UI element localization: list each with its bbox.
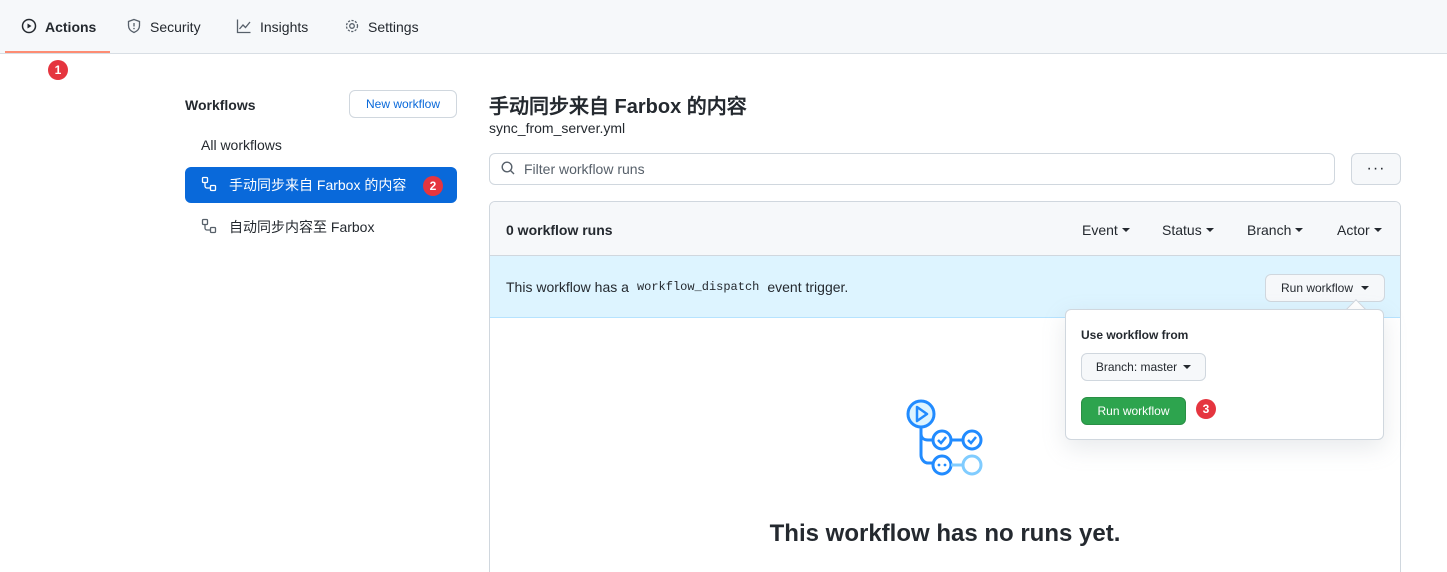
dropdown-label: Branch bbox=[1247, 222, 1292, 238]
dispatch-suffix: event trigger. bbox=[767, 279, 849, 295]
new-workflow-button[interactable]: New workflow bbox=[349, 90, 457, 118]
tab-security[interactable]: Security bbox=[126, 0, 201, 54]
run-workflow-submit-button[interactable]: Run workflow bbox=[1081, 397, 1186, 425]
step-badge-2: 2 bbox=[423, 176, 443, 196]
runs-count: 0 workflow runs bbox=[506, 222, 613, 238]
search-icon bbox=[500, 160, 524, 179]
filter-runs-input[interactable]: Filter workflow runs bbox=[489, 153, 1335, 185]
sidebar-item-all-workflows[interactable]: All workflows bbox=[185, 127, 457, 163]
caret-down-icon bbox=[1183, 365, 1192, 369]
workflow-icon bbox=[201, 176, 229, 195]
caret-down-icon bbox=[1295, 228, 1304, 232]
popover-title: Use workflow from bbox=[1081, 328, 1189, 342]
dropdown-label: Event bbox=[1082, 222, 1118, 238]
sidebar-title: Workflows bbox=[185, 97, 256, 113]
dropdown-label: Status bbox=[1162, 222, 1202, 238]
sidebar-item-label: 手动同步来自 Farbox 的内容 bbox=[229, 177, 407, 193]
branch-label: Branch: master bbox=[1095, 360, 1178, 374]
more-options-button[interactable]: ··· bbox=[1351, 153, 1401, 185]
sidebar-item-label: All workflows bbox=[201, 137, 282, 153]
filter-placeholder: Filter workflow runs bbox=[524, 161, 645, 177]
gear-icon bbox=[344, 18, 360, 37]
dispatch-prefix: This workflow has a bbox=[506, 279, 629, 295]
runs-header: 0 workflow runs Event Status Branch Acto… bbox=[490, 202, 1400, 256]
tab-settings[interactable]: Settings bbox=[344, 0, 419, 54]
tab-label: Actions bbox=[45, 19, 97, 35]
sidebar-item-manual-sync[interactable]: 手动同步来自 Farbox 的内容 bbox=[185, 167, 457, 203]
caret-down-icon bbox=[1121, 228, 1130, 232]
event-filter-dropdown[interactable]: Event bbox=[1082, 222, 1130, 238]
caret-down-icon bbox=[1205, 228, 1214, 232]
workflow-file-link[interactable]: sync_from_server.yml bbox=[489, 120, 625, 136]
dropdown-label: Run workflow bbox=[1280, 281, 1354, 295]
step-badge-3: 3 bbox=[1196, 399, 1216, 419]
active-tab-underline bbox=[5, 51, 110, 53]
sidebar-item-auto-sync[interactable]: 自动同步内容至 Farbox bbox=[185, 209, 457, 245]
caret-down-icon bbox=[1373, 228, 1382, 232]
tab-label: Settings bbox=[368, 19, 419, 35]
workflow-icon bbox=[201, 218, 229, 237]
branch-select-button[interactable]: Branch: master bbox=[1081, 353, 1206, 381]
caret-down-icon bbox=[1361, 286, 1370, 290]
branch-filter-dropdown[interactable]: Branch bbox=[1247, 222, 1304, 238]
tab-label: Security bbox=[150, 19, 201, 35]
dropdown-label: Actor bbox=[1337, 222, 1370, 238]
status-filter-dropdown[interactable]: Status bbox=[1162, 222, 1214, 238]
empty-state-title: This workflow has no runs yet. bbox=[769, 520, 1121, 547]
play-circle-icon bbox=[21, 18, 37, 37]
sidebar-item-label: 自动同步内容至 Farbox bbox=[229, 219, 375, 235]
workflow-title: 手动同步来自 Farbox 的内容 bbox=[489, 96, 747, 118]
shield-icon bbox=[126, 18, 142, 37]
dispatch-code: workflow_dispatch bbox=[636, 280, 760, 294]
run-workflow-popover: Use workflow from Branch: master Run wor… bbox=[1065, 309, 1384, 440]
run-workflow-dropdown[interactable]: Run workflow bbox=[1265, 274, 1385, 302]
graph-icon bbox=[236, 18, 252, 37]
tab-insights[interactable]: Insights bbox=[236, 0, 308, 54]
tab-label: Insights bbox=[260, 19, 309, 35]
step-badge-1: 1 bbox=[48, 60, 68, 80]
dispatch-message: This workflow has a workflow_dispatch ev… bbox=[506, 279, 848, 295]
repo-nav: Actions Security Insights Settings bbox=[0, 0, 1447, 54]
tab-actions[interactable]: Actions bbox=[21, 0, 96, 54]
actor-filter-dropdown[interactable]: Actor bbox=[1337, 222, 1382, 238]
actions-workflow-icon bbox=[902, 397, 992, 487]
